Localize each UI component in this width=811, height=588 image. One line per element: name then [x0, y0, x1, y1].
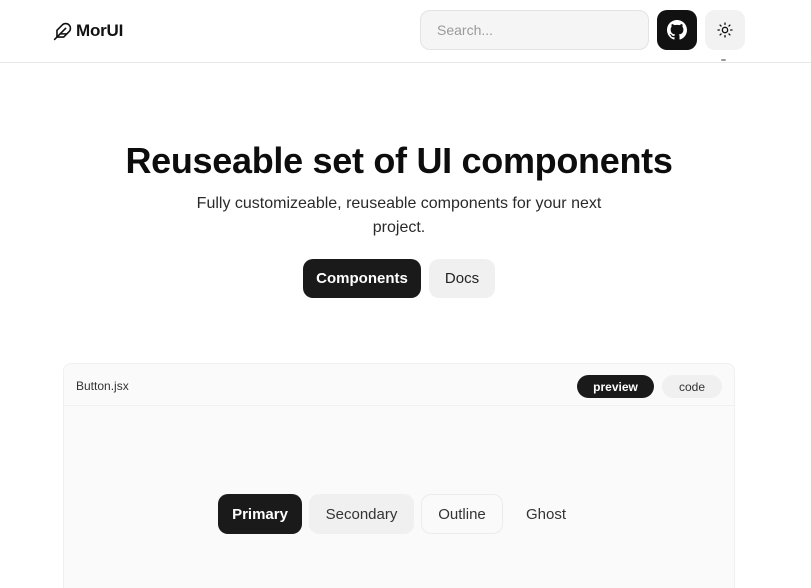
- brand-logo[interactable]: MorUI: [53, 19, 123, 43]
- components-button[interactable]: Components: [303, 259, 421, 298]
- ghost-button[interactable]: Ghost: [511, 494, 581, 534]
- file-name: Button.jsx: [76, 379, 129, 393]
- tab-code[interactable]: code: [662, 375, 722, 398]
- divider-mark: [721, 59, 726, 61]
- component-preview-card: Button.jsx preview code Primary Secondar…: [63, 363, 735, 588]
- outline-button[interactable]: Outline: [421, 494, 503, 534]
- docs-button[interactable]: Docs: [429, 259, 495, 298]
- github-button[interactable]: [657, 10, 697, 50]
- tab-preview[interactable]: preview: [577, 375, 654, 398]
- hero-subtitle: Fully customizeable, reuseable component…: [196, 195, 602, 236]
- search-input[interactable]: [420, 10, 649, 50]
- card-header: Button.jsx preview code: [64, 364, 734, 406]
- sun-icon: [717, 22, 733, 38]
- feather-icon: [53, 22, 72, 40]
- primary-button[interactable]: Primary: [218, 494, 302, 534]
- github-icon: [667, 20, 687, 40]
- hero-title: Reuseable set of UI components: [125, 140, 673, 181]
- brand-name: MorUI: [76, 21, 124, 40]
- secondary-button[interactable]: Secondary: [309, 494, 414, 534]
- theme-toggle-button[interactable]: [705, 10, 745, 50]
- top-navbar: MorUI: [0, 0, 811, 63]
